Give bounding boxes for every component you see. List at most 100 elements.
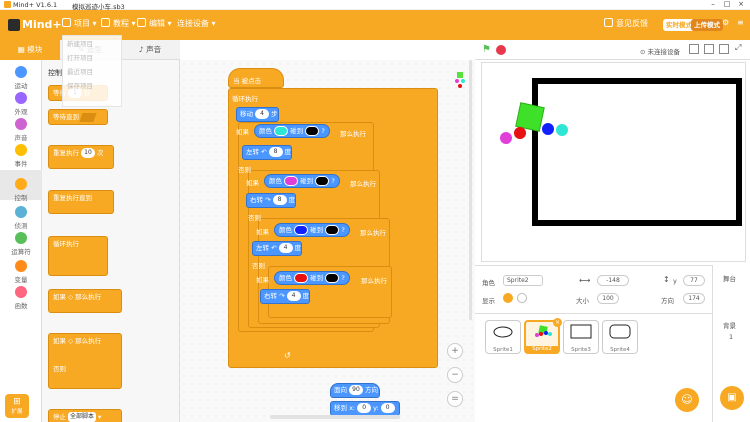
variables-dot-icon <box>15 260 27 272</box>
category-sound[interactable]: 声音 <box>0 118 42 142</box>
palette-stop-block[interactable]: 停止 全部脚本 ▾ <box>48 409 122 422</box>
turn-left-block-1[interactable]: 左转 ↶ 8 度 <box>242 145 293 160</box>
palette-wait-until-block[interactable]: 等待直到 <box>48 109 108 125</box>
close-icon[interactable]: × <box>734 0 748 10</box>
palette-repeat-until-block[interactable]: 重复执行直到 <box>48 190 114 214</box>
large-stage-icon[interactable] <box>704 44 714 54</box>
category-control[interactable]: 控制 <box>0 170 42 202</box>
sprite-thumb-4[interactable]: Sprite4 <box>602 320 638 354</box>
add-backdrop-button[interactable]: ▣ <box>720 386 744 410</box>
turn-right-block-1[interactable]: 右转 ↷ 8 度 <box>246 193 297 208</box>
red-swatch-icon[interactable] <box>294 273 309 283</box>
stage-header: ⚑ ⊙ 未连接设备 ⤢ <box>475 40 750 60</box>
sprite-name-input[interactable]: Sprite2 <box>503 275 543 286</box>
size-input[interactable]: 100 <box>597 293 619 304</box>
delete-sprite-icon[interactable]: × <box>553 318 562 327</box>
edit-icon <box>137 18 146 27</box>
blue-swatch-icon[interactable] <box>294 225 309 235</box>
category-variables[interactable]: 变量 <box>0 260 42 284</box>
menu-more-icon[interactable]: ≡ <box>737 18 744 27</box>
sprite-thumb-3[interactable]: Sprite3 <box>563 320 599 354</box>
zoom-in-icon[interactable]: + <box>447 343 463 359</box>
sensing-dot-icon <box>15 206 27 218</box>
if1-label: 如果 <box>236 128 249 136</box>
if3-then: 那么执行 <box>360 229 386 237</box>
extension-button[interactable]: ⊞ 扩展 <box>5 394 29 418</box>
menu-connect[interactable]: 连接设备 ▾ <box>177 18 216 29</box>
turn-left-block-2[interactable]: 左转 ↶ 4 度 <box>252 241 303 256</box>
category-events[interactable]: 事件 <box>0 144 42 168</box>
category-functions[interactable]: 函数 <box>0 286 42 310</box>
mind-plus-logo: Mind+ <box>8 18 62 31</box>
loop-arrow-icon: ↺ <box>284 351 291 360</box>
green-flag-icon[interactable]: ⚑ <box>482 44 491 55</box>
tab-sounds[interactable]: ♪ 声音 <box>120 40 180 60</box>
file-menu-ghost: 新建项目 打开项目 最近项目 保存项目 <box>62 35 122 107</box>
stage-panel-title: 舞台 <box>723 275 736 283</box>
if1-color-condition[interactable]: 颜色 碰到 ? <box>254 124 330 138</box>
if4-color-condition[interactable]: 颜色 碰到 ? <box>274 271 350 285</box>
backdrop-label: 背景 <box>723 322 736 330</box>
file-icon <box>62 18 71 27</box>
palette-if-else-block[interactable]: 如果 ◇ 那么执行 否则 <box>48 333 122 389</box>
sprite-label: 角色 <box>482 279 495 287</box>
device-status: ⊙ 未连接设备 <box>640 48 681 56</box>
stage-panel: 舞台 背景 1 ▣ <box>712 265 750 422</box>
category-looks[interactable]: 外观 <box>0 92 42 116</box>
feedback-link[interactable]: 意见反馈 <box>604 18 648 29</box>
sprite-thumb-2[interactable]: Sprite2 × <box>524 318 562 354</box>
script-scrollbar[interactable] <box>469 60 472 320</box>
stop-icon[interactable] <box>496 45 506 55</box>
sprite-thumb-1[interactable]: Sprite1 <box>485 320 521 354</box>
if2-color-condition[interactable]: 颜色 碰到 ? <box>264 174 340 188</box>
maximize-icon[interactable]: □ <box>720 0 734 10</box>
gear-icon[interactable]: ⚙ <box>722 18 729 27</box>
cyan-swatch-icon[interactable] <box>274 126 289 136</box>
category-operators[interactable]: 运算符 <box>0 232 42 256</box>
point-direction-block[interactable]: 面向 90 方向 <box>330 383 380 398</box>
when-flag-clicked-block[interactable]: 当 被点击 <box>228 68 284 88</box>
category-motion[interactable]: 运动 <box>0 66 42 90</box>
black-swatch-icon[interactable] <box>315 176 330 186</box>
stage-canvas[interactable] <box>481 62 746 262</box>
turn-right-block-2[interactable]: 右转 ↷ 4 度 <box>260 289 311 304</box>
tab-blocks[interactable]: ▦ 模块 <box>0 40 60 60</box>
move-steps-block[interactable]: 移动 4 步 <box>236 107 279 122</box>
palette-if-block[interactable]: 如果 ◇ 那么执行 <box>48 289 122 313</box>
functions-dot-icon <box>15 286 27 298</box>
black-swatch-icon[interactable] <box>305 126 320 136</box>
category-sensing[interactable]: 侦测 <box>0 206 42 230</box>
backdrop-count: 1 <box>729 333 734 341</box>
black-swatch-icon[interactable] <box>325 225 340 235</box>
block-palette[interactable]: 控制 等待1秒 等待直到 重复执行10次 重复执行直到 循环执行 如果 ◇ 那么… <box>42 60 180 422</box>
small-stage-icon[interactable] <box>689 44 699 54</box>
script-hscrollbar[interactable] <box>270 415 400 419</box>
zoom-reset-icon[interactable]: = <box>447 391 463 407</box>
y-input[interactable]: 77 <box>683 275 705 286</box>
if4-then: 那么执行 <box>361 277 387 285</box>
motion-dot-icon <box>15 66 27 78</box>
black-swatch-icon[interactable] <box>325 273 340 283</box>
add-sprite-button[interactable]: ☺ <box>675 388 699 412</box>
upload-mode-button[interactable]: 上传模式 <box>691 19 723 31</box>
direction-input[interactable]: 174 <box>683 293 705 304</box>
magenta-swatch-icon[interactable] <box>284 176 299 186</box>
menu-tutorial[interactable]: 教程 ▾ <box>101 18 136 29</box>
palette-repeat-block[interactable]: 重复执行 10 次 <box>48 145 114 169</box>
zoom-out-icon[interactable]: − <box>447 367 463 383</box>
hide-eye-icon[interactable] <box>517 293 527 303</box>
if3-color-condition[interactable]: 颜色 碰到 ? <box>274 223 350 237</box>
fullscreen-icon[interactable]: ⤢ <box>735 43 741 53</box>
palette-forever-block[interactable]: 循环执行 <box>48 236 108 276</box>
goto-xy-block[interactable]: 移到 x: 0 y: 0 <box>330 401 400 416</box>
x-input[interactable]: -148 <box>597 275 629 286</box>
sprite-info-panel: 角色 Sprite2 ⟷ -148 ↕ y 77 显示 大小 100 方向 17… <box>475 265 712 313</box>
script-area[interactable]: 当 被点击 循环执行 移动 4 步 如果 颜色 碰到 ? 那么执行 左转 ↶ 8 度 否… <box>180 60 475 422</box>
minimize-icon[interactable]: – <box>706 0 720 10</box>
x-arrow-icon: ⟷ <box>579 276 591 285</box>
menu-project[interactable]: 项目 ▾ <box>62 18 97 29</box>
menu-edit[interactable]: 编辑 ▾ <box>137 18 172 29</box>
looks-dot-icon <box>15 92 27 104</box>
show-eye-icon[interactable] <box>503 293 513 303</box>
split-stage-icon[interactable] <box>719 44 729 54</box>
